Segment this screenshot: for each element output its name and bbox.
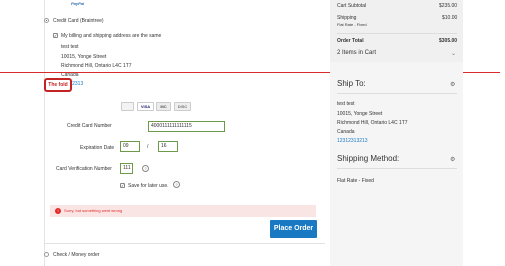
check-money-label: Check / Money order — [53, 252, 100, 258]
card-logo-generic — [121, 102, 134, 111]
cvv-label: Card Verification Number — [56, 166, 112, 172]
save-card-checkbox[interactable]: ✓ — [120, 183, 125, 188]
shipping-method-heading: Shipping Method: — [337, 154, 400, 163]
payment-column-divider — [44, 0, 45, 266]
summary-divider — [337, 33, 457, 34]
address-line: 10015, Yonge Street — [61, 54, 107, 60]
discover-logo: DISC — [174, 102, 191, 111]
ship-to-divider — [337, 93, 457, 94]
shipping-method-value: Flat Rate - Fixed — [337, 178, 374, 184]
shipping-label: Shipping — [337, 15, 357, 21]
exp-separator: / — [147, 144, 149, 150]
shipping-value: $10.00 — [442, 15, 458, 21]
items-in-cart-toggle[interactable]: 2 Items in Cart — [337, 50, 376, 56]
ship-line: Richmond Hill, Ontario L4C 1T7 — [337, 120, 408, 126]
cart-subtotal-label: Cart Subtotal — [337, 3, 367, 9]
address-line: Richmond Hill, Ontario L4C 1T7 — [61, 63, 132, 69]
ship-phone: 12312313213 — [337, 138, 368, 144]
error-icon: ! — [55, 208, 61, 214]
cc-number-input[interactable]: 4000111111111115 — [148, 121, 225, 132]
chevron-down-icon[interactable]: ⌄ — [451, 50, 456, 57]
ship-line: Canada — [337, 129, 355, 135]
braintree-label: Credit Card (Braintree) — [53, 18, 104, 24]
shipping-method-divider — [337, 168, 457, 169]
gear-icon[interactable]: ⚙ — [450, 81, 455, 88]
cart-subtotal-value: $235.00 — [439, 3, 458, 9]
order-total-label: Order Total — [337, 38, 364, 44]
same-address-label: My billing and shipping address are the … — [61, 33, 162, 39]
braintree-radio[interactable] — [44, 18, 49, 23]
check-money-radio[interactable] — [44, 252, 49, 257]
save-help-icon[interactable]: ? — [173, 181, 180, 188]
paypal-logo: PayPal — [71, 1, 85, 6]
visa-logo: VISA — [137, 102, 154, 111]
error-message: ! Sorry, but something went wrong — [50, 205, 316, 217]
fold-marker: The fold — [44, 78, 72, 92]
expiration-label: Expiration Date — [80, 145, 115, 151]
mastercard-logo: MC — [156, 102, 171, 111]
ship-line: test test — [337, 101, 355, 107]
exp-month-input[interactable]: 09 — [120, 141, 140, 152]
address-line: test test — [61, 44, 79, 50]
separator — [44, 243, 325, 244]
exp-year-input[interactable]: 16 — [158, 141, 178, 152]
same-address-checkbox[interactable]: ✓ — [53, 33, 58, 38]
gear-icon[interactable]: ⚙ — [450, 156, 455, 163]
cc-number-label: Credit Card Number — [67, 123, 112, 129]
cvv-input[interactable]: 111 — [120, 163, 133, 174]
shipping-method-sub: Flat Rate - Fixed — [337, 22, 367, 27]
error-text: Sorry, but something went wrong — [64, 208, 123, 213]
ship-line: 10015, Yonge Street — [337, 111, 383, 117]
ship-to-heading: Ship To: — [337, 79, 366, 88]
place-order-button[interactable]: Place Order — [270, 220, 317, 238]
order-total-value: $305.00 — [439, 38, 458, 44]
cvv-help-icon[interactable]: ? — [142, 165, 149, 172]
save-card-label: Save for later use. — [128, 183, 169, 189]
